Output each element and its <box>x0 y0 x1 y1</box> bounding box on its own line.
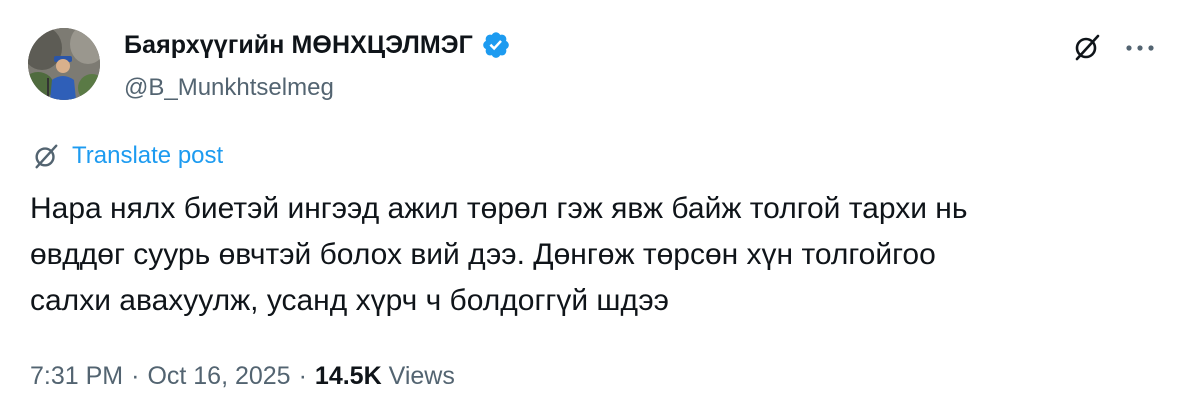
tweet-text-line: Нара нялх биетэй ингээд ажил төрөл гэж я… <box>30 192 968 225</box>
tweet-time[interactable]: 7:31 PM <box>30 362 123 391</box>
grok-icon <box>35 144 58 169</box>
verified-badge-icon[interactable] <box>481 30 511 60</box>
author-avatar[interactable] <box>28 28 100 100</box>
translate-post-label: Translate post <box>72 142 224 169</box>
grok-button[interactable] <box>1068 28 1106 66</box>
avatar-photo <box>28 28 100 100</box>
more-options-button[interactable] <box>1120 30 1160 66</box>
author-handle[interactable]: @B_Munkhtselmeg <box>124 74 334 102</box>
tweet-text-line: салхи авахуулж, усанд хүрч ч болдоггүй ш… <box>30 284 669 317</box>
tweet-text-line: өвддөг суурь өвчтэй болох вий дээ. Дөнгө… <box>30 238 936 271</box>
more-icon <box>1126 45 1154 51</box>
tweet-meta: 7:31 PM · Oct 16, 2025 · 14.5K Views <box>30 362 455 391</box>
views-label: Views <box>388 362 455 390</box>
views-count[interactable]: 14.5K <box>315 362 382 391</box>
grok-icon <box>1075 34 1100 61</box>
meta-separator: · <box>131 362 140 390</box>
meta-separator: · <box>298 362 307 390</box>
translate-post-link[interactable]: Translate post <box>32 142 223 170</box>
author-name-row: Баярхүүгийн МӨНХЦЭЛМЭГ <box>124 30 511 60</box>
tweet-date[interactable]: Oct 16, 2025 <box>147 362 290 391</box>
tweet-text: Нара нялх биетэй ингээд ажил төрөл гэж я… <box>30 186 1160 324</box>
author-display-name[interactable]: Баярхүүгийн МӨНХЦЭЛМЭГ <box>124 31 473 60</box>
